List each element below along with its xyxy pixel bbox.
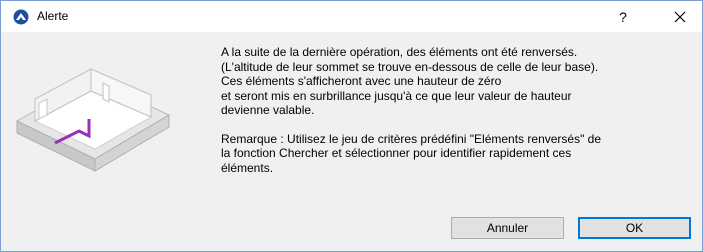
window-title: Alerte [37,9,69,23]
message-line: (L'altitude de leur sommet se trouve en-… [221,59,599,74]
archicad-logo-icon [13,9,29,25]
message-paragraph-2: Remarque : Utilisez le jeu de critères p… [221,132,696,176]
flipped-elements-illustration [15,68,171,172]
message-line: éléments. [221,160,274,175]
message-line: A la suite de la dernière opération, des… [221,45,578,59]
cancel-button[interactable]: Annuler [451,217,564,239]
message-paragraph-1: A la suite de la dernière opération, des… [221,45,696,118]
title-bar[interactable]: Alerte ? [1,1,702,32]
message-line: et seront mis en surbrillance jusqu'à ce… [221,88,572,103]
message-line: Remarque : Utilisez le jeu de critères p… [221,131,602,146]
alert-dialog: Alerte ? A la suite de la dernière opéra… [0,0,703,252]
message-line: Ces éléments s'afficheront avec une haut… [221,74,502,88]
ok-button[interactable]: OK [578,217,691,239]
close-icon[interactable] [665,5,695,29]
help-button[interactable]: ? [605,4,641,30]
message-line: la fonction Chercher et sélectionner pou… [221,146,572,160]
message-line: devienne valable. [221,103,315,117]
alert-message: A la suite de la dernière opération, des… [221,45,696,175]
